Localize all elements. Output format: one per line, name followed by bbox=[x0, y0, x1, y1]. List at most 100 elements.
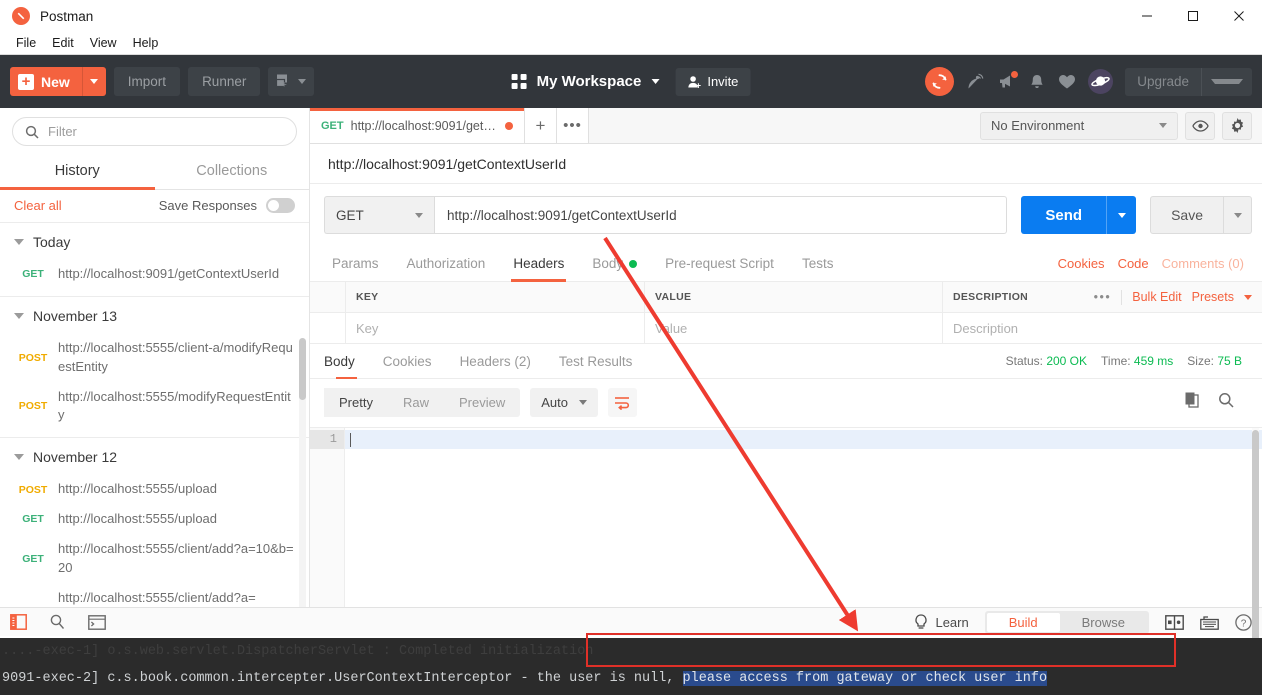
list-item[interactable]: GET http://localhost:9091/getContextUser… bbox=[0, 260, 309, 290]
learn-button[interactable]: Learn bbox=[914, 613, 969, 631]
send-options-button[interactable] bbox=[1106, 196, 1137, 234]
tab-tests[interactable]: Tests bbox=[788, 246, 848, 282]
tab-response-cookies[interactable]: Cookies bbox=[369, 343, 446, 379]
two-pane-button[interactable] bbox=[1165, 614, 1184, 630]
save-options-button[interactable] bbox=[1224, 196, 1252, 234]
presets-button[interactable]: Presets bbox=[1192, 290, 1234, 304]
new-button[interactable]: + New bbox=[10, 67, 82, 96]
tab-authorization[interactable]: Authorization bbox=[393, 246, 500, 282]
favorites-button[interactable] bbox=[1058, 73, 1076, 90]
sync-button[interactable] bbox=[925, 67, 955, 96]
tab-response-headers[interactable]: Headers (2) bbox=[446, 343, 545, 379]
list-item[interactable]: GET http://localhost:5555/client/add?a=1… bbox=[0, 535, 309, 584]
notification-badge bbox=[1011, 71, 1019, 78]
tab-collections[interactable]: Collections bbox=[155, 154, 310, 189]
environment-selector[interactable]: No Environment bbox=[980, 111, 1178, 140]
filter-input[interactable]: Filter bbox=[12, 117, 297, 146]
close-button[interactable] bbox=[1216, 0, 1262, 32]
runner-button[interactable]: Runner bbox=[188, 67, 261, 96]
history-group-header[interactable]: Today bbox=[0, 223, 309, 260]
invite-button[interactable]: + Invite bbox=[675, 67, 751, 96]
menu-file[interactable]: File bbox=[8, 34, 44, 52]
search-body-button[interactable] bbox=[1218, 392, 1234, 413]
save-responses-control[interactable]: Save Responses bbox=[159, 198, 295, 213]
find-button[interactable] bbox=[49, 614, 66, 630]
tab-response-body[interactable]: Body bbox=[324, 343, 369, 379]
key-input[interactable]: Key bbox=[356, 321, 378, 336]
value-input[interactable]: Value bbox=[655, 321, 687, 336]
request-title: http://localhost:9091/getContextUserId bbox=[310, 144, 1262, 184]
workspace-name: My Workspace bbox=[536, 73, 642, 90]
status-footer: Learn Build Browse ? bbox=[0, 607, 1262, 636]
cookies-link[interactable]: Cookies bbox=[1058, 256, 1105, 271]
response-format-selector[interactable]: Auto bbox=[530, 388, 598, 417]
save-button[interactable]: Save bbox=[1150, 196, 1224, 234]
view-mode-preview[interactable]: Preview bbox=[444, 388, 520, 417]
list-item[interactable]: GET http://localhost:5555/upload bbox=[0, 505, 309, 535]
history-group-header[interactable]: November 12 bbox=[0, 438, 309, 475]
tab-test-results[interactable]: Test Results bbox=[545, 343, 647, 379]
method-selector[interactable]: GET bbox=[324, 196, 434, 234]
keyboard-shortcuts-button[interactable] bbox=[1200, 615, 1219, 630]
list-item[interactable]: http://localhost:5555/client/add?a= bbox=[0, 584, 309, 607]
tab-params[interactable]: Params bbox=[324, 246, 393, 282]
comments-link[interactable]: Comments (0) bbox=[1162, 256, 1244, 271]
maximize-button[interactable] bbox=[1170, 0, 1216, 32]
list-item[interactable]: POST http://localhost:5555/upload bbox=[0, 475, 309, 505]
workspace-selector[interactable]: My Workspace + Invite bbox=[511, 67, 751, 96]
list-item[interactable]: POST http://localhost:5555/client-a/modi… bbox=[0, 334, 309, 383]
clear-all-button[interactable]: Clear all bbox=[14, 198, 62, 213]
code-line[interactable] bbox=[345, 430, 1262, 449]
menu-edit[interactable]: Edit bbox=[44, 34, 82, 52]
bulk-edit-button[interactable]: Bulk Edit bbox=[1132, 290, 1181, 304]
help-button[interactable]: ? bbox=[1235, 613, 1252, 631]
tab-body[interactable]: Body bbox=[578, 246, 651, 282]
url-input[interactable]: http://localhost:9091/getContextUserId bbox=[434, 196, 1008, 234]
response-body-content[interactable] bbox=[345, 428, 1262, 607]
send-button[interactable]: Send bbox=[1021, 196, 1107, 234]
view-mode-pretty[interactable]: Pretty bbox=[324, 388, 388, 417]
new-button-label: New bbox=[41, 73, 70, 90]
tab-history[interactable]: History bbox=[0, 154, 155, 190]
upgrade-button[interactable]: Upgrade bbox=[1125, 67, 1252, 96]
settings-button[interactable] bbox=[1222, 111, 1252, 140]
import-button[interactable]: Import bbox=[113, 67, 181, 96]
sidebar-toggle-button[interactable] bbox=[10, 614, 27, 630]
lightbulb-icon bbox=[915, 613, 928, 629]
sidebar-scrollbar[interactable] bbox=[299, 338, 306, 607]
request-tab[interactable]: GET http://localhost:9091/getContext bbox=[310, 108, 525, 143]
new-window-button[interactable]: + bbox=[268, 67, 315, 96]
list-item[interactable]: POST http://localhost:5555/modifyRequest… bbox=[0, 383, 309, 432]
invite-label: Invite bbox=[707, 74, 739, 89]
code-link[interactable]: Code bbox=[1118, 256, 1149, 271]
minimize-button[interactable] bbox=[1124, 0, 1170, 32]
add-tab-button[interactable]: + bbox=[525, 108, 557, 143]
mode-build[interactable]: Build bbox=[986, 612, 1060, 632]
notifications-button[interactable] bbox=[1028, 73, 1046, 91]
view-mode-raw[interactable]: Raw bbox=[388, 388, 444, 417]
row-checkbox-cell[interactable] bbox=[310, 313, 346, 343]
tab-options-button[interactable]: ••• bbox=[557, 108, 589, 143]
menu-view[interactable]: View bbox=[82, 34, 125, 52]
satellite-dish-button[interactable] bbox=[966, 72, 985, 91]
menu-help[interactable]: Help bbox=[125, 34, 167, 52]
new-dropdown-button[interactable] bbox=[81, 67, 106, 96]
tab-headers[interactable]: Headers bbox=[499, 246, 578, 282]
account-button[interactable] bbox=[1088, 69, 1114, 94]
ellipsis-icon[interactable]: ••• bbox=[1094, 290, 1112, 304]
status-label: Status: bbox=[1005, 354, 1043, 368]
environment-controls: No Environment bbox=[970, 108, 1262, 143]
history-list[interactable]: Today GET http://localhost:9091/getConte… bbox=[0, 223, 309, 607]
console-button[interactable] bbox=[88, 614, 106, 630]
megaphone-button[interactable] bbox=[997, 71, 1019, 91]
word-wrap-button[interactable] bbox=[607, 388, 637, 417]
copy-button[interactable] bbox=[1185, 392, 1200, 413]
save-responses-toggle[interactable] bbox=[266, 198, 295, 213]
description-input[interactable]: Description bbox=[953, 321, 1018, 336]
select-all-cell[interactable] bbox=[310, 282, 346, 312]
tab-pre-request-script[interactable]: Pre-request Script bbox=[651, 246, 788, 282]
mode-browse[interactable]: Browse bbox=[1060, 613, 1147, 632]
history-group-header[interactable]: November 13 bbox=[0, 297, 309, 334]
environment-quick-look-button[interactable] bbox=[1185, 111, 1215, 140]
response-body-editor[interactable]: 1 bbox=[310, 427, 1262, 695]
